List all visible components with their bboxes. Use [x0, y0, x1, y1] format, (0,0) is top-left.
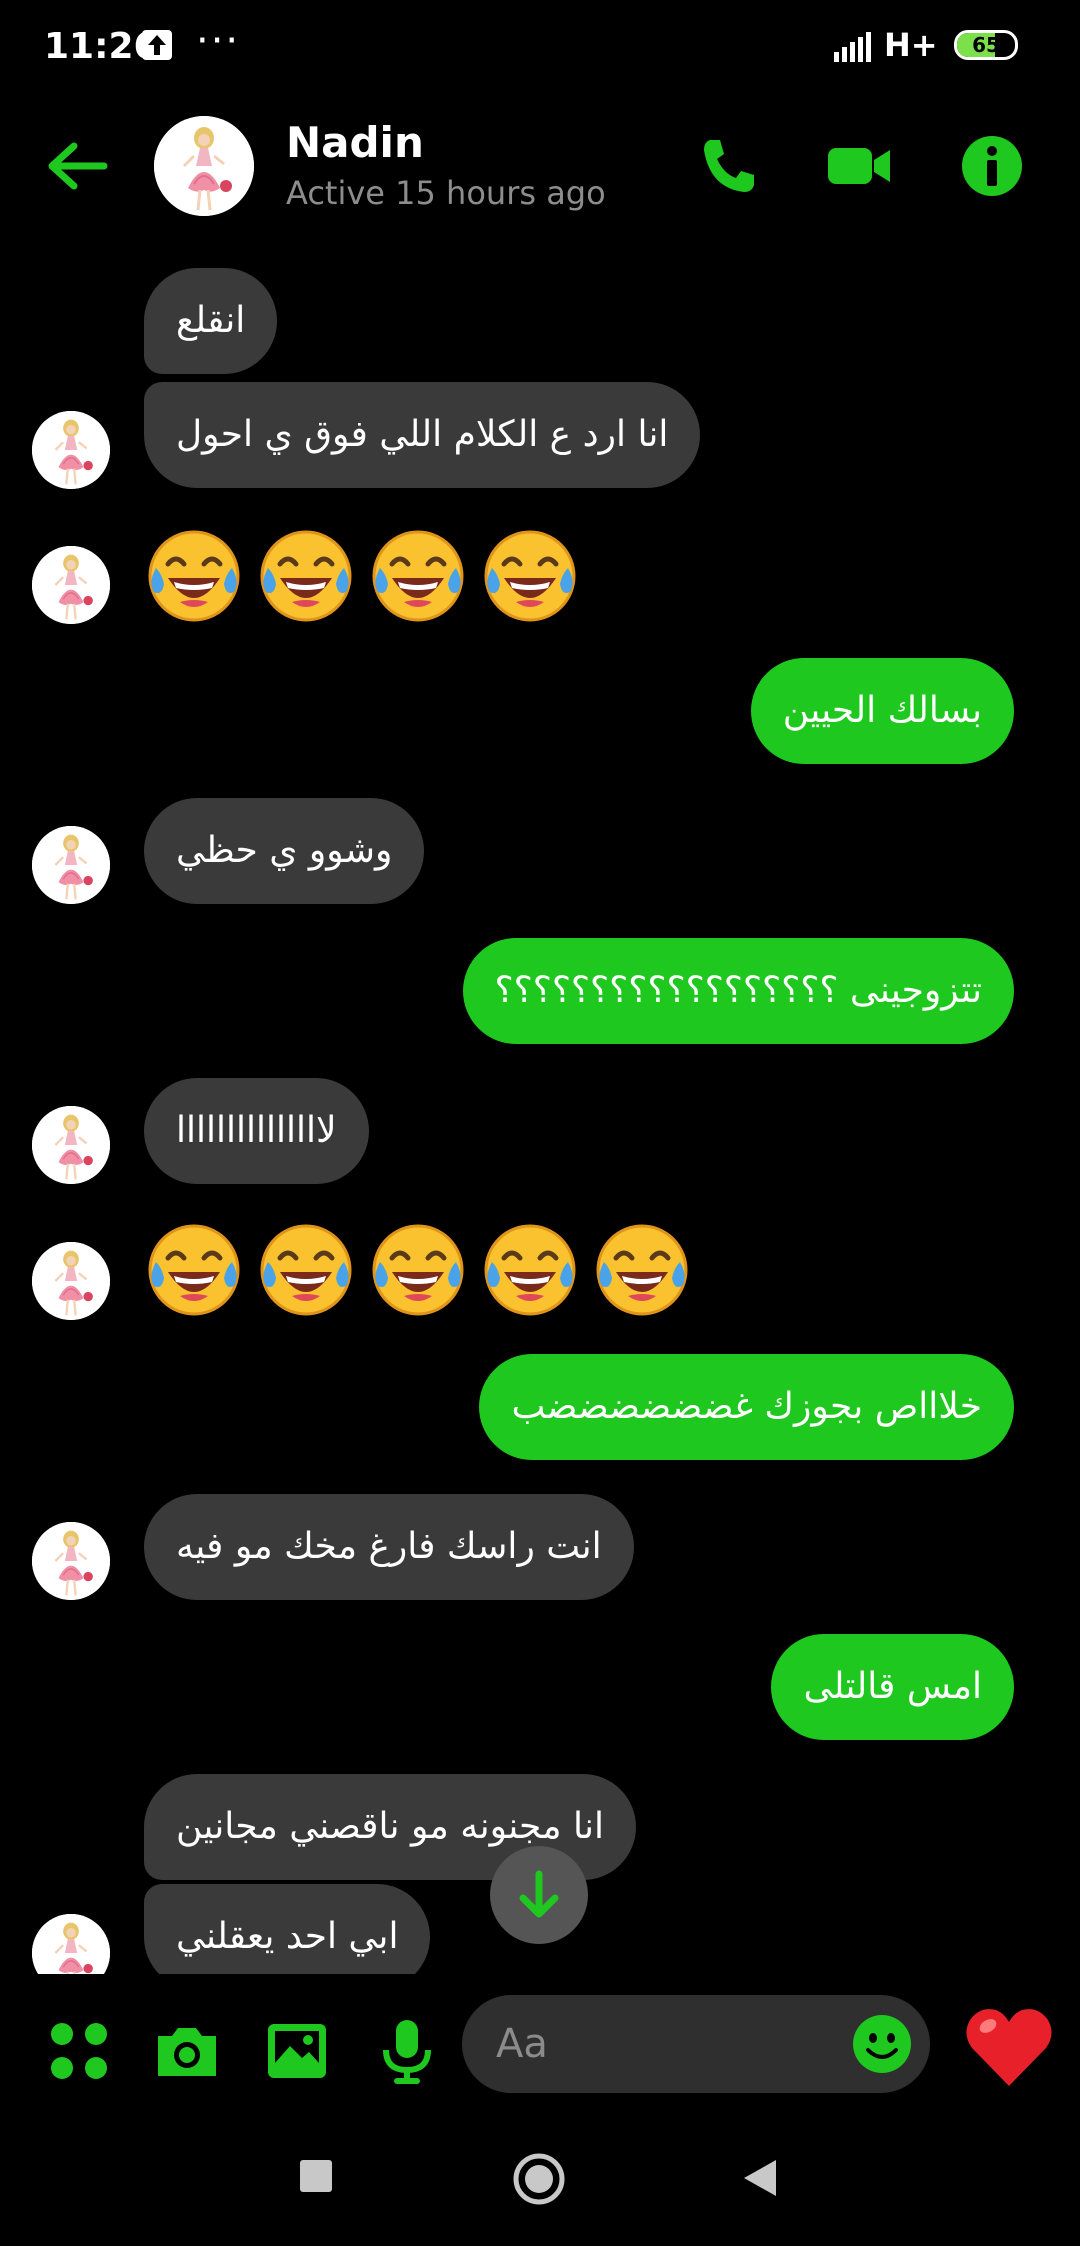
emoji-icon[interactable] [852, 2014, 912, 2074]
arrow-down-icon [519, 1870, 559, 1918]
heart-icon[interactable] [962, 2004, 1056, 2090]
microphone-icon[interactable] [372, 2016, 442, 2086]
camera-icon[interactable] [152, 2016, 222, 2086]
incoming-message[interactable]: انا ارد ع الكلام اللي فوق ي احول [144, 382, 701, 488]
contact-avatar[interactable] [154, 116, 254, 216]
laughing-emoji-icon [480, 526, 580, 626]
gallery-icon[interactable] [262, 2016, 332, 2086]
incoming-message[interactable]: وشوو ي حظي [144, 798, 425, 904]
back-arrow-icon[interactable] [44, 138, 108, 194]
signal-icon [832, 30, 876, 68]
laughing-emoji-icon [256, 526, 356, 626]
laughing-emoji-icon [144, 526, 244, 626]
upload-icon [142, 30, 172, 60]
outgoing-message[interactable]: بسالك الحيين [750, 658, 1014, 764]
chat-header: Nadin Active 15 hours ago [0, 96, 1080, 238]
emoji-message[interactable] [144, 1220, 692, 1330]
contact-avatar-small[interactable] [32, 826, 110, 904]
phone-icon[interactable] [696, 134, 760, 198]
message-composer [0, 1990, 1080, 2110]
laughing-emoji-icon [480, 1220, 580, 1320]
incoming-message[interactable]: انت راسك فارغ مخك مو فيه [144, 1494, 634, 1600]
contact-status: Active 15 hours ago [286, 174, 606, 212]
battery-icon: 65 [954, 30, 1018, 60]
contact-avatar-small[interactable] [32, 1522, 110, 1600]
laughing-emoji-icon [368, 1220, 468, 1320]
incoming-message[interactable]: لااااااااااااااا [144, 1078, 369, 1184]
incoming-message[interactable]: ابي احد يعقلني [144, 1884, 431, 1974]
outgoing-message[interactable]: امس قالتلى [771, 1634, 1014, 1740]
home-button[interactable] [512, 2152, 566, 2210]
outgoing-message[interactable]: خلاااص بجوزك غضضضضضضب [479, 1354, 1014, 1460]
info-icon[interactable] [960, 134, 1024, 198]
contact-avatar-small[interactable] [32, 1106, 110, 1184]
back-button[interactable] [740, 2158, 780, 2202]
outgoing-message[interactable]: تتزوجينى ؟؟؟؟؟؟؟؟؟؟؟؟؟؟؟؟؟؟ [462, 938, 1014, 1044]
more-status-icon: ··· [196, 18, 241, 64]
video-icon[interactable] [824, 134, 890, 198]
laughing-emoji-icon [144, 1220, 244, 1320]
scroll-to-bottom-button[interactable] [490, 1846, 588, 1944]
contact-avatar-small[interactable] [32, 411, 110, 489]
laughing-emoji-icon [592, 1220, 692, 1320]
laughing-emoji-icon [368, 526, 468, 626]
emoji-message[interactable] [144, 526, 580, 636]
network-type: H+ [884, 26, 938, 64]
recents-button[interactable] [298, 2158, 334, 2198]
system-nav-bar [0, 2130, 1080, 2246]
contact-avatar-small[interactable] [32, 1914, 110, 1974]
contact-name[interactable]: Nadin [286, 118, 424, 167]
laughing-emoji-icon [256, 1220, 356, 1320]
incoming-message[interactable]: انقلع [144, 268, 278, 374]
contact-avatar-small[interactable] [32, 1242, 110, 1320]
status-bar: 11:26 ··· H+ 65 [0, 0, 1080, 96]
contact-avatar-small[interactable] [32, 546, 110, 624]
apps-icon[interactable] [44, 2016, 114, 2086]
battery-level: 65 [972, 33, 1000, 57]
